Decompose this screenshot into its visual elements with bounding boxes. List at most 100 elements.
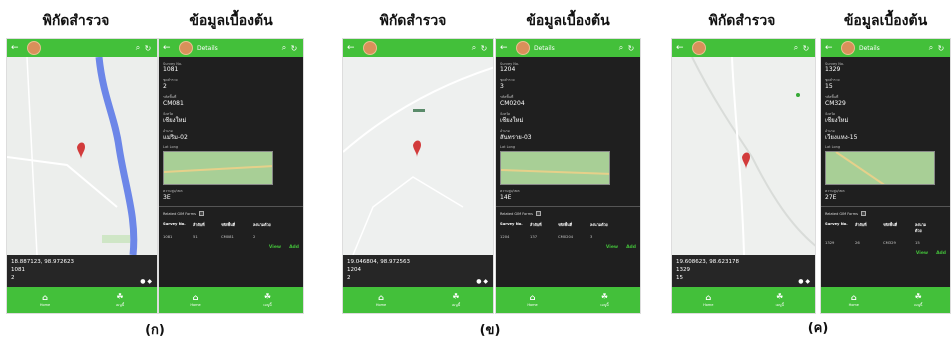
field-area: 14E bbox=[500, 194, 512, 201]
back-icon[interactable]: ← bbox=[347, 43, 357, 53]
app-logo bbox=[516, 41, 530, 55]
map-thumbnail[interactable] bbox=[825, 151, 935, 185]
field-survey-no: 1204 bbox=[500, 66, 516, 73]
back-icon[interactable]: ← bbox=[500, 43, 510, 53]
field-house-no: 15 bbox=[825, 83, 833, 90]
bottom-nav: ⌂ Home ☘ เมนูนี้ bbox=[7, 287, 157, 313]
nav-menu[interactable]: ☘ เมนูนี้ bbox=[600, 292, 608, 308]
back-icon[interactable]: ← bbox=[825, 43, 835, 53]
app-logo bbox=[363, 41, 377, 55]
coordinate-text: 18.887123, 98.972623 bbox=[11, 259, 74, 265]
survey-number: 1204 bbox=[347, 267, 361, 273]
search-icon[interactable]: ⌕ bbox=[616, 43, 626, 53]
add-button[interactable]: Add bbox=[289, 245, 299, 250]
view-button[interactable]: View bbox=[269, 245, 281, 250]
survey-number: 1329 bbox=[676, 267, 690, 273]
nav-menu[interactable]: ☘ เมนูนี้ bbox=[116, 292, 124, 308]
nav-menu[interactable]: ☘ เมนูนี้ bbox=[263, 292, 271, 308]
app-bar: ← ⌕ ↻ bbox=[7, 39, 157, 57]
add-button[interactable]: Add bbox=[626, 245, 636, 250]
refresh-icon[interactable]: ↻ bbox=[801, 44, 811, 53]
nav-home[interactable]: ⌂ Home bbox=[376, 293, 386, 307]
field-house-no: 3 bbox=[500, 83, 504, 90]
map-view[interactable] bbox=[672, 57, 815, 255]
nav-menu[interactable]: ☘ เมนูนี้ bbox=[452, 292, 460, 308]
app-bar: ← Details ⌕ ↻ bbox=[159, 39, 303, 57]
related-table: Survey No. ลำดับที่ รหัสพื้นที่ ลงนามด้วย 10… bbox=[163, 222, 271, 239]
checkbox-icon[interactable] bbox=[198, 211, 204, 216]
checkbox-icon[interactable] bbox=[860, 211, 866, 216]
subcaption: (ค) bbox=[807, 321, 829, 336]
home-icon: ⌂ bbox=[529, 293, 536, 302]
back-icon[interactable]: ← bbox=[11, 43, 21, 53]
nav-home[interactable]: ⌂ Home bbox=[703, 293, 713, 307]
nav-home[interactable]: ⌂ Home bbox=[527, 293, 537, 307]
field-province: เชียงใหม่ bbox=[500, 117, 524, 124]
field-id: CM0204 bbox=[500, 100, 525, 107]
menu-icon: ☘ bbox=[776, 292, 784, 301]
field-survey-no: 1081 bbox=[163, 66, 179, 73]
menu-icon: ☘ bbox=[914, 292, 922, 301]
survey-count: 2 bbox=[347, 275, 351, 281]
refresh-icon[interactable]: ↻ bbox=[936, 44, 946, 53]
nav-home[interactable]: ⌂ Home bbox=[40, 293, 50, 307]
caption-map: พิกัดสำรวจ bbox=[708, 13, 776, 29]
app-logo bbox=[179, 41, 193, 55]
caption-detail: ข้อมูลเบื้องต้น bbox=[843, 13, 928, 29]
app-bar: ← Details ⌕ ↻ bbox=[496, 39, 640, 57]
field-district: สันทราย-03 bbox=[500, 134, 532, 141]
coordinate-panel: 19.046804, 98.972563 1204 2 ● ◆ bbox=[343, 255, 493, 289]
field-district: แม่ริม-02 bbox=[163, 134, 188, 141]
refresh-icon[interactable]: ↻ bbox=[289, 44, 299, 53]
search-icon[interactable]: ⌕ bbox=[279, 43, 289, 53]
map-thumbnail[interactable] bbox=[163, 151, 273, 185]
coordinate-text: 19.046804, 98.972563 bbox=[347, 259, 410, 265]
field-province: เชียงใหม่ bbox=[825, 117, 849, 124]
app-logo bbox=[27, 41, 41, 55]
add-button[interactable]: Add bbox=[936, 251, 946, 256]
back-icon[interactable]: ← bbox=[163, 43, 173, 53]
home-icon: ⌂ bbox=[378, 293, 384, 302]
survey-count: 2 bbox=[11, 275, 15, 281]
map-screen: ← ⌕ ↻ 18.887123, 98.972623 1081 2 ● ◆ ⌂ Home ☘ เ… bbox=[6, 38, 158, 314]
location-icon[interactable]: ● ◆ bbox=[140, 278, 152, 286]
view-button[interactable]: View bbox=[916, 251, 928, 256]
refresh-icon[interactable]: ↻ bbox=[479, 44, 489, 53]
location-icon[interactable]: ● ◆ bbox=[798, 278, 810, 286]
menu-icon: ☘ bbox=[600, 292, 609, 301]
back-icon[interactable]: ← bbox=[676, 43, 686, 53]
map-screen: ← ⌕ ↻ 19.608623, 98.623178 1329 15 ● ◆ ⌂ Home ☘… bbox=[671, 38, 816, 314]
caption-detail: ข้อมูลเบื้องต้น bbox=[189, 13, 273, 29]
bottom-nav: ⌂ Home ☘ เมนูนี้ bbox=[159, 287, 303, 313]
related-forms: Related GIM Forms bbox=[825, 211, 946, 216]
refresh-icon[interactable]: ↻ bbox=[143, 44, 153, 53]
view-button[interactable]: View bbox=[606, 245, 618, 250]
nav-home[interactable]: ⌂ Home bbox=[190, 293, 200, 307]
app-bar: ← Details ⌕ ↻ bbox=[821, 39, 950, 57]
search-icon[interactable]: ⌕ bbox=[791, 43, 801, 53]
search-icon[interactable]: ⌕ bbox=[133, 43, 143, 53]
home-icon: ⌂ bbox=[850, 293, 857, 302]
detail-body: Survey No. 1329 ชุดสำรวจ 15 รหัสพื้นที่ CM3… bbox=[821, 57, 950, 287]
map-view[interactable] bbox=[343, 57, 493, 255]
nav-home[interactable]: ⌂ Home bbox=[849, 293, 859, 307]
details-title: Details bbox=[859, 44, 880, 52]
search-icon[interactable]: ⌕ bbox=[469, 43, 479, 53]
home-icon: ⌂ bbox=[42, 293, 48, 302]
location-icon[interactable]: ● ◆ bbox=[476, 278, 488, 286]
checkbox-icon[interactable] bbox=[535, 211, 541, 216]
home-icon: ⌂ bbox=[192, 293, 199, 302]
field-district: เวียงแหง-15 bbox=[825, 134, 858, 141]
bottom-nav: ⌂ Home ☘ เมนูนี้ bbox=[496, 287, 640, 313]
field-survey-no: 1329 bbox=[825, 66, 841, 73]
nav-menu[interactable]: ☘ เมนูนี้ bbox=[776, 292, 784, 308]
field-house-no: 2 bbox=[163, 83, 167, 90]
map-thumbnail[interactable] bbox=[500, 151, 610, 185]
bottom-nav: ⌂ Home ☘ เมนูนี้ bbox=[672, 287, 815, 313]
nav-menu[interactable]: ☘ เมนูนี้ bbox=[914, 292, 922, 308]
map-screen: ← ⌕ ↻ 19.046804, 98.972563 1204 2 ● ◆ ⌂ Home ☘ เ… bbox=[342, 38, 494, 314]
search-icon[interactable]: ⌕ bbox=[926, 43, 936, 53]
refresh-icon[interactable]: ↻ bbox=[626, 44, 636, 53]
app-logo bbox=[692, 41, 706, 55]
map-view[interactable] bbox=[7, 57, 157, 255]
